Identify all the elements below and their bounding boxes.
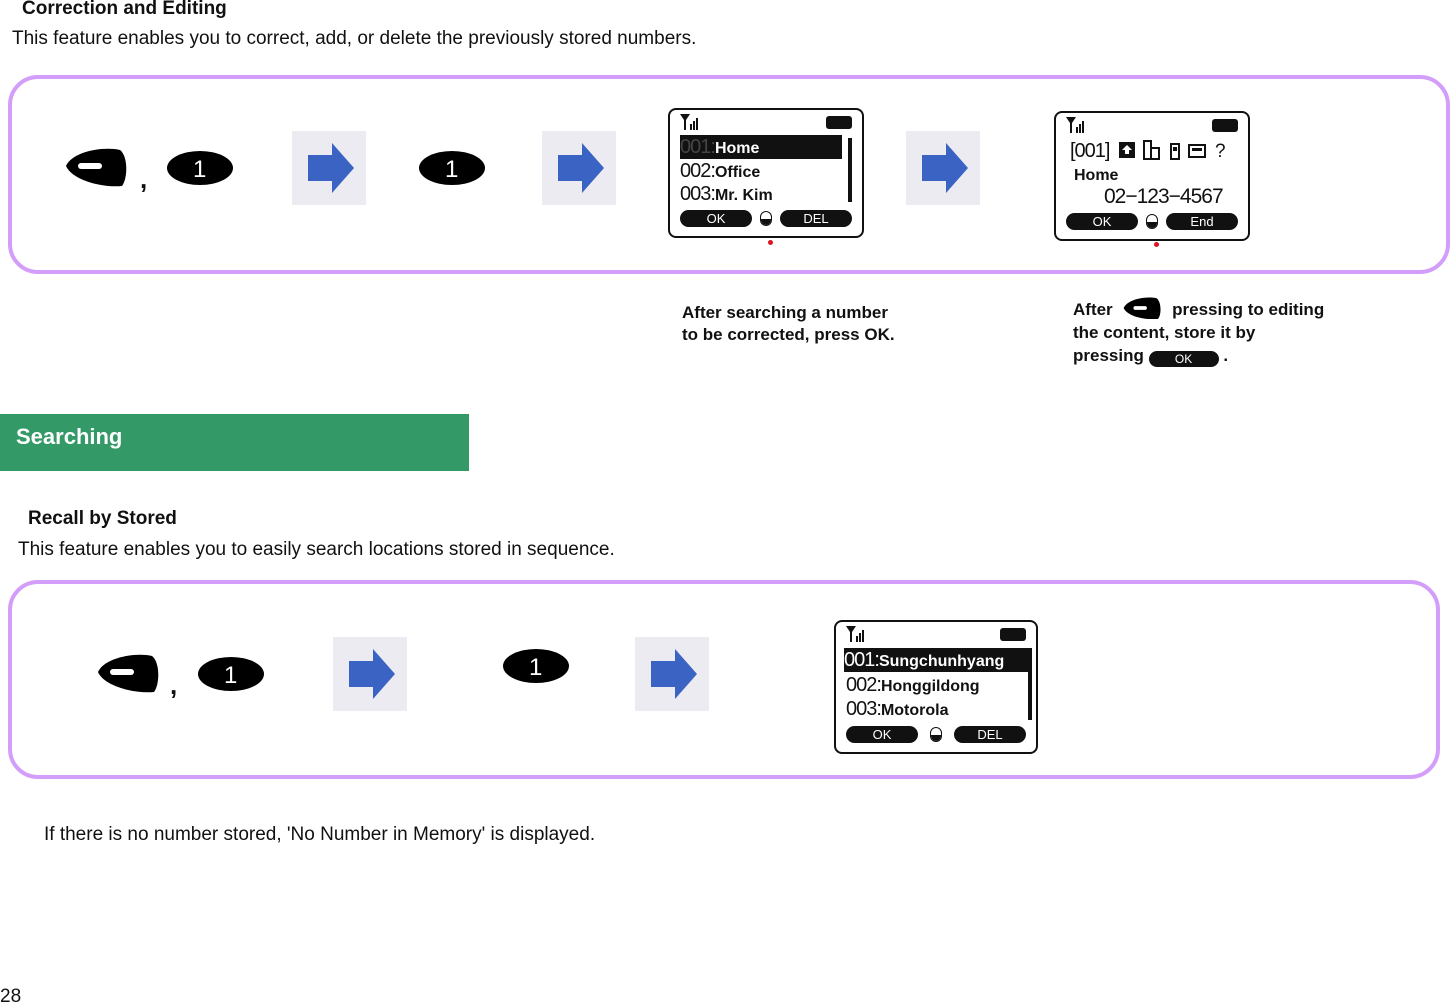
softkey-end: End <box>1166 213 1238 230</box>
battery-icon <box>1212 119 1238 132</box>
note-line: pressing OK . <box>1073 346 1229 367</box>
entry-number: 02−123−4567 <box>1104 185 1224 208</box>
signal-icon <box>846 626 864 642</box>
section-description-correction: This feature enables you to correct, add… <box>12 28 697 49</box>
status-bar <box>846 626 1026 644</box>
softkey-bar: OK DEL <box>680 210 852 228</box>
battery-icon <box>1000 628 1026 641</box>
next-step-arrow <box>906 131 980 205</box>
key-1-label: 1 <box>193 156 206 183</box>
next-step-arrow <box>542 131 616 205</box>
phone-screen-list: 001:Home 002:Office 003:Mr. Kim OK DEL <box>668 108 864 238</box>
step-note-edit: After pressing to editing the content, s… <box>1073 297 1324 367</box>
number-type-icons: ? <box>1118 140 1226 162</box>
menu-key-icon <box>66 148 127 187</box>
entry-name: Home <box>1074 167 1119 184</box>
note-line: After pressing to editing <box>1073 297 1324 321</box>
section-title: Searching <box>16 424 123 449</box>
section-heading-correction: Correction and Editing <box>22 0 227 19</box>
note-line: After searching a number <box>682 303 888 322</box>
softkey-bar: OK DEL <box>846 726 1026 744</box>
status-bar <box>1066 117 1238 135</box>
key-1-icon: 1 <box>503 649 569 683</box>
next-step-arrow <box>635 637 709 711</box>
arrow-right-icon <box>349 649 395 699</box>
list-item: 002:Office <box>680 160 761 182</box>
arrow-right-icon <box>922 143 968 193</box>
softkey-ok: OK <box>1066 213 1138 230</box>
mobile-icon <box>1169 143 1180 160</box>
scrollbar <box>1028 672 1032 720</box>
entry-index: [001] <box>1070 140 1110 162</box>
signal-icon <box>1066 117 1084 133</box>
battery-icon <box>826 116 852 129</box>
section-heading-recall: Recall by Stored <box>28 508 177 529</box>
signal-icon <box>680 114 698 130</box>
ok-softkey-icon: OK <box>1148 351 1219 367</box>
footnote: If there is no number stored, 'No Number… <box>44 824 596 845</box>
entry-header: [001] ? <box>1070 139 1237 163</box>
svg-text:1: 1 <box>529 654 542 681</box>
list-item: 001:Home <box>680 135 842 159</box>
arrow-right-icon <box>558 143 604 193</box>
section-title-bar: Searching <box>0 414 469 471</box>
note-line: the content, store it by <box>1073 323 1256 342</box>
question-icon: ? <box>1215 141 1226 160</box>
nav-key-icon <box>760 211 772 226</box>
softkey-ok: OK <box>846 726 918 743</box>
next-step-arrow <box>292 131 366 205</box>
menu-key-icon <box>1124 297 1161 319</box>
key-1-icon: 1 <box>419 151 485 185</box>
list-item: 002:Honggildong <box>846 674 980 696</box>
softkey-bar: OK End <box>1066 213 1238 231</box>
list-item: 003:Mr. Kim <box>680 183 773 205</box>
page-number: 28 <box>0 986 22 1007</box>
next-step-arrow <box>333 637 407 711</box>
softkey-ok: OK <box>680 210 752 227</box>
home-icon <box>1118 142 1135 158</box>
phone-screen-detail: [001] ? Home 02−123−4567 OK End <box>1054 111 1250 241</box>
status-bar <box>680 114 852 132</box>
nav-key-icon <box>1146 214 1158 229</box>
pager-icon <box>1187 144 1206 158</box>
softkey-del: DEL <box>780 210 852 227</box>
note-line: to be corrected, press OK. <box>682 325 895 344</box>
svg-text:1: 1 <box>224 662 237 689</box>
phone-screen-recall-list: 001:Sungchunhyang 002:Honggildong 003:Mo… <box>834 620 1038 754</box>
key-separator: , <box>140 164 148 194</box>
key-1-icon: 1 <box>198 657 264 691</box>
key-1-icon: 1 <box>167 151 233 185</box>
scrollbar <box>848 138 852 202</box>
key-separator: , <box>170 670 178 700</box>
office-icon <box>1142 140 1160 160</box>
indicator-dot <box>768 240 773 245</box>
step-note-search: After searching a number to be corrected… <box>682 302 895 346</box>
indicator-dot <box>1154 242 1159 247</box>
svg-text:1: 1 <box>445 156 458 183</box>
list-item: 003:Motorola <box>846 698 949 720</box>
list-item: 001:Sungchunhyang <box>844 648 1032 672</box>
nav-key-icon <box>930 727 942 742</box>
softkey-del: DEL <box>954 726 1026 743</box>
menu-key-icon <box>98 654 159 693</box>
arrow-right-icon <box>308 143 354 193</box>
arrow-right-icon <box>651 649 697 699</box>
section-description-recall: This feature enables you to easily searc… <box>18 539 615 560</box>
